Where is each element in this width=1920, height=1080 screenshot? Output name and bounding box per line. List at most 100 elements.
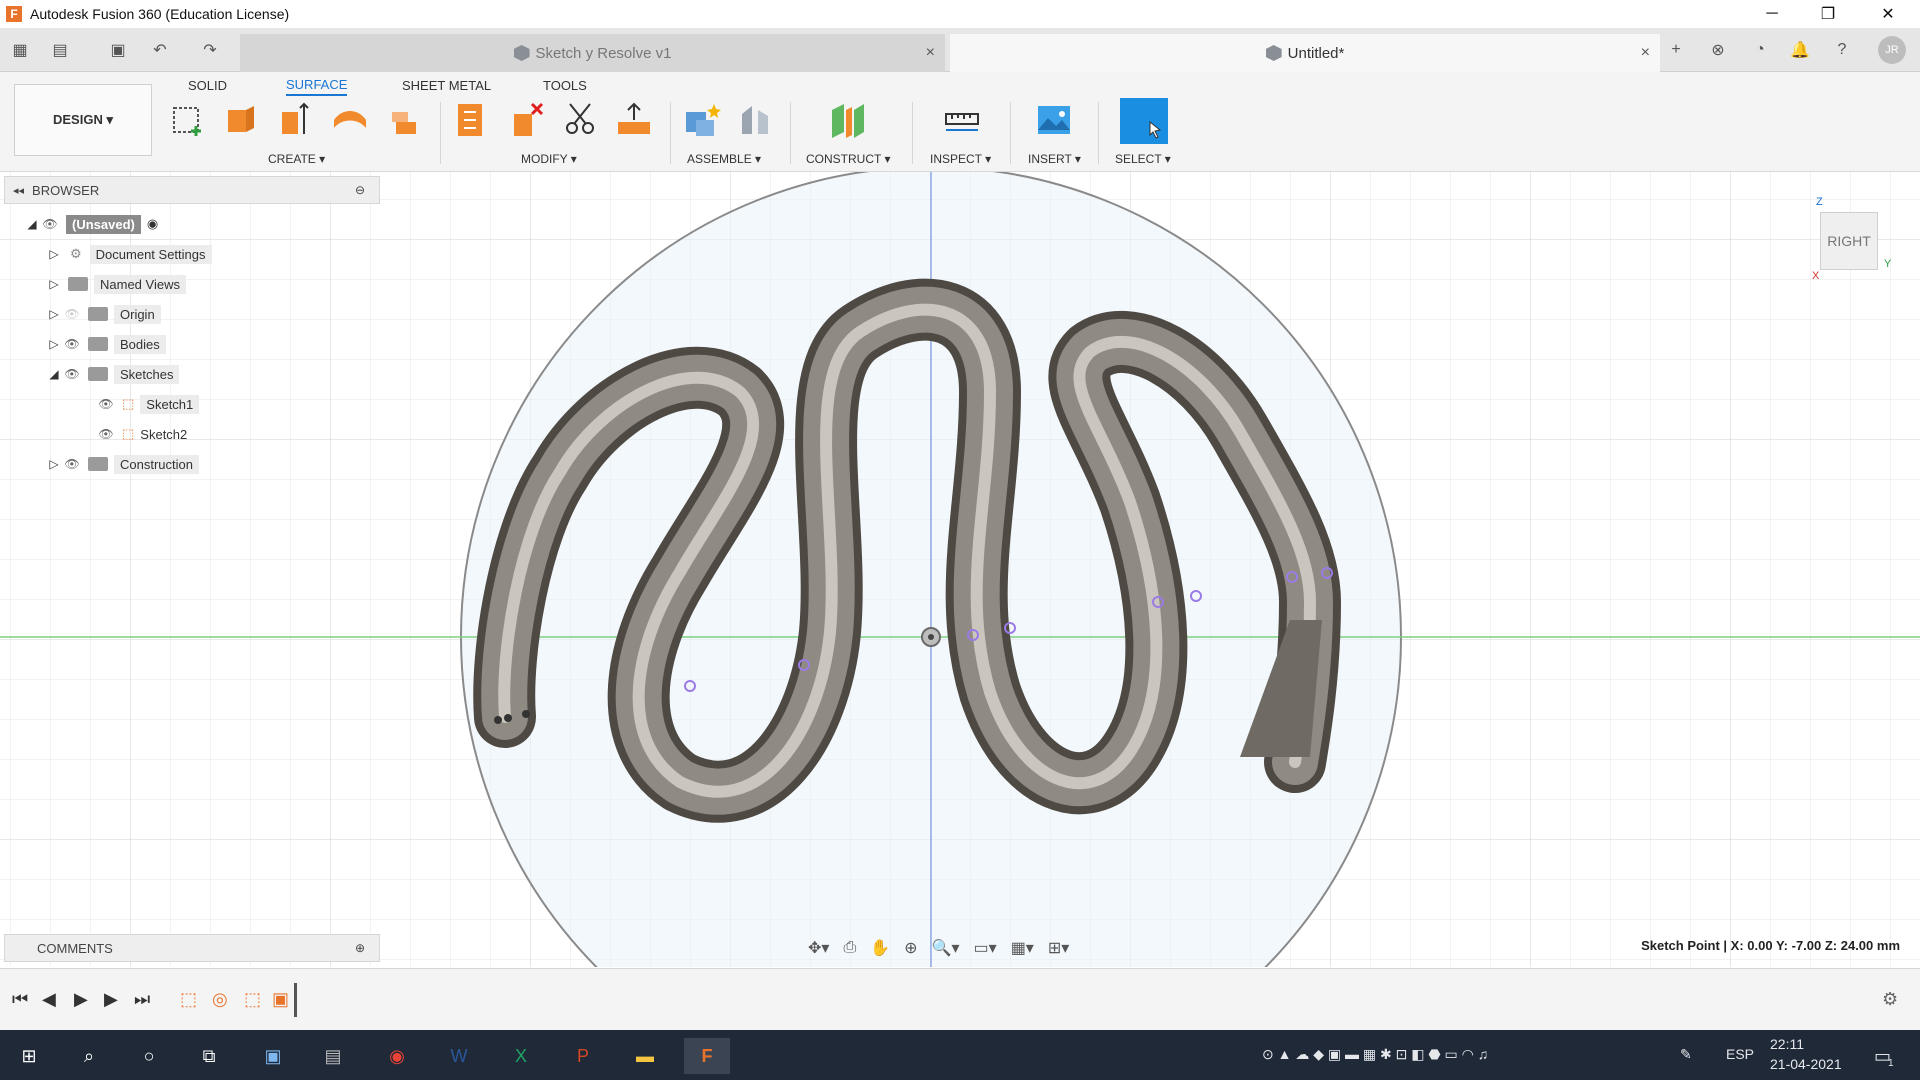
- tab-surface[interactable]: SURFACE: [286, 74, 348, 96]
- new-component-icon[interactable]: [682, 100, 722, 140]
- modify-menu[interactable]: MODIFY ▾: [521, 152, 577, 166]
- tree-item-sketch1[interactable]: 👁 ⬚ Sketch1: [96, 392, 200, 416]
- visibility-eye-icon[interactable]: 👁: [62, 337, 82, 351]
- tab-tools[interactable]: TOOLS: [543, 74, 587, 96]
- clock-time[interactable]: 22:11: [1770, 1036, 1804, 1052]
- expand-triangle-icon[interactable]: ▷: [46, 246, 62, 262]
- timeline-settings-gear-icon[interactable]: ⚙: [1882, 989, 1898, 1010]
- user-avatar[interactable]: JR: [1878, 36, 1906, 64]
- go-to-start-icon[interactable]: ⏮: [12, 989, 28, 1010]
- grid-settings-icon[interactable]: ▦▾: [1011, 938, 1034, 958]
- add-comment-icon[interactable]: ⊕: [355, 941, 365, 955]
- restore-button[interactable]: ❐: [1800, 0, 1856, 28]
- orbit-icon[interactable]: ✥▾: [808, 938, 829, 958]
- save-icon[interactable]: ▣: [104, 36, 132, 64]
- input-language[interactable]: ESP: [1726, 1046, 1754, 1062]
- timeline-sketch1-icon[interactable]: ⬚: [180, 989, 197, 1010]
- chrome-icon[interactable]: ◉: [374, 1038, 420, 1074]
- excel-icon[interactable]: X: [498, 1038, 544, 1074]
- visibility-eye-icon[interactable]: 👁: [96, 397, 116, 411]
- expand-triangle-icon[interactable]: ▷: [46, 336, 62, 352]
- tree-item-construction[interactable]: ▷ 👁 Construction: [46, 452, 199, 476]
- tab-close-icon[interactable]: ×: [1641, 44, 1650, 62]
- control-panel-icon[interactable]: ▣: [250, 1038, 296, 1074]
- delete-icon[interactable]: [506, 100, 546, 140]
- offset-icon[interactable]: [452, 100, 492, 140]
- undo-icon[interactable]: ↶: [146, 36, 174, 64]
- file-explorer-icon[interactable]: ▬: [622, 1038, 668, 1074]
- file-menu-icon[interactable]: ▤: [46, 36, 74, 64]
- loft-icon[interactable]: [384, 100, 424, 140]
- inspect-menu[interactable]: INSPECT ▾: [930, 152, 991, 166]
- tree-item-root[interactable]: ◢ 👁 (Unsaved) ◉: [24, 212, 158, 236]
- tree-item-sketch2[interactable]: 👁 ⬚ Sketch2: [96, 422, 187, 446]
- minimize-button[interactable]: ─: [1744, 0, 1800, 28]
- extrude-icon[interactable]: [222, 100, 262, 140]
- notifications-icon[interactable]: 🔔: [1786, 36, 1814, 64]
- windows-start-icon[interactable]: ⊞: [6, 1038, 52, 1074]
- tree-item-named-views[interactable]: ▷ Named Views: [46, 272, 186, 296]
- tab-close-icon[interactable]: ×: [926, 44, 935, 62]
- new-tab-icon[interactable]: +: [1662, 36, 1690, 64]
- fit-icon[interactable]: 🔍▾: [932, 938, 960, 958]
- joint-icon[interactable]: [736, 100, 776, 140]
- tab-sketch-y-resolve[interactable]: Sketch y Resolve v1 ×: [240, 34, 945, 72]
- viewports-icon[interactable]: ⊞▾: [1048, 938, 1069, 958]
- extensions-icon[interactable]: ⊗: [1704, 36, 1732, 64]
- display-settings-icon[interactable]: ▭▾: [974, 938, 997, 958]
- tree-item-origin[interactable]: ▷ 👁 Origin: [46, 302, 161, 326]
- revolve-icon[interactable]: [276, 100, 316, 140]
- pen-icon[interactable]: ✎: [1680, 1046, 1692, 1063]
- play-icon[interactable]: ▶: [74, 989, 88, 1010]
- tab-solid[interactable]: SOLID: [188, 74, 227, 96]
- tree-item-document-settings[interactable]: ▷ ⚙ Document Settings: [46, 242, 212, 266]
- collapse-triangle-icon[interactable]: ◢: [24, 216, 40, 232]
- task-view-icon[interactable]: ⧉: [186, 1038, 232, 1074]
- offset-plane-icon[interactable]: [828, 100, 868, 140]
- create-menu[interactable]: CREATE ▾: [268, 152, 325, 166]
- tree-item-bodies[interactable]: ▷ 👁 Bodies: [46, 332, 166, 356]
- cortana-icon[interactable]: ○: [126, 1038, 172, 1074]
- go-to-end-icon[interactable]: ⏭: [134, 989, 150, 1010]
- browser-header[interactable]: ◂◂ BROWSER ⊖: [4, 176, 380, 204]
- zoom-icon[interactable]: ⊕: [904, 938, 917, 958]
- tree-item-sketches[interactable]: ◢ 👁 Sketches: [46, 362, 180, 386]
- word-icon[interactable]: W: [436, 1038, 482, 1074]
- tab-sheet-metal[interactable]: SHEET METAL: [402, 74, 491, 96]
- timeline-loft-icon[interactable]: ▣: [272, 989, 289, 1010]
- visibility-eye-hidden-icon[interactable]: 👁: [62, 307, 82, 321]
- powerpoint-icon[interactable]: P: [560, 1038, 606, 1074]
- insert-menu[interactable]: INSERT ▾: [1028, 152, 1081, 166]
- comments-header[interactable]: COMMENTS ⊕: [4, 934, 380, 962]
- job-status-icon[interactable]: ◔: [1746, 36, 1774, 64]
- app-grid-icon[interactable]: ▦: [6, 36, 34, 64]
- timeline-sketch2-icon[interactable]: ⬚: [244, 989, 261, 1010]
- clock-date[interactable]: 21-04-2021: [1770, 1056, 1842, 1072]
- expand-triangle-icon[interactable]: ▷: [46, 306, 62, 322]
- assemble-menu[interactable]: ASSEMBLE ▾: [687, 152, 761, 166]
- expand-triangle-icon[interactable]: ▷: [46, 456, 62, 472]
- search-icon[interactable]: ⌕: [66, 1038, 112, 1074]
- expand-triangle-icon[interactable]: ▷: [46, 276, 62, 292]
- insert-image-icon[interactable]: [1034, 100, 1074, 140]
- visibility-eye-icon[interactable]: 👁: [96, 427, 116, 441]
- view-cube[interactable]: RIGHT: [1820, 212, 1878, 270]
- measure-icon[interactable]: [942, 100, 982, 140]
- activate-radio-icon[interactable]: ◉: [147, 216, 158, 232]
- step-forward-icon[interactable]: ▶: [104, 989, 118, 1010]
- select-menu[interactable]: SELECT ▾: [1115, 152, 1171, 166]
- fusion-taskbar-icon[interactable]: F: [684, 1038, 730, 1074]
- visibility-eye-icon[interactable]: 👁: [62, 457, 82, 471]
- tray-icons[interactable]: ⊙ ▲ ☁ ◆ ▣ ▬ ▦ ✱ ⊡ ◧ ⬣ ▭ ◠ ♫: [1262, 1046, 1488, 1063]
- timeline-sweep-icon[interactable]: ◎: [212, 989, 228, 1010]
- pan-icon[interactable]: ✋: [870, 938, 890, 958]
- network-settings-icon[interactable]: ▤: [310, 1038, 356, 1074]
- sweep-icon[interactable]: [330, 100, 370, 140]
- redo-icon[interactable]: ↷: [196, 36, 224, 64]
- trim-icon[interactable]: [560, 100, 600, 140]
- timeline-marker[interactable]: [294, 983, 297, 1017]
- collapse-triangle-icon[interactable]: ◢: [46, 366, 62, 382]
- close-window-button[interactable]: ✕: [1860, 0, 1916, 28]
- visibility-eye-icon[interactable]: 👁: [40, 217, 60, 231]
- collapse-panel-icon[interactable]: ◂◂: [13, 184, 24, 197]
